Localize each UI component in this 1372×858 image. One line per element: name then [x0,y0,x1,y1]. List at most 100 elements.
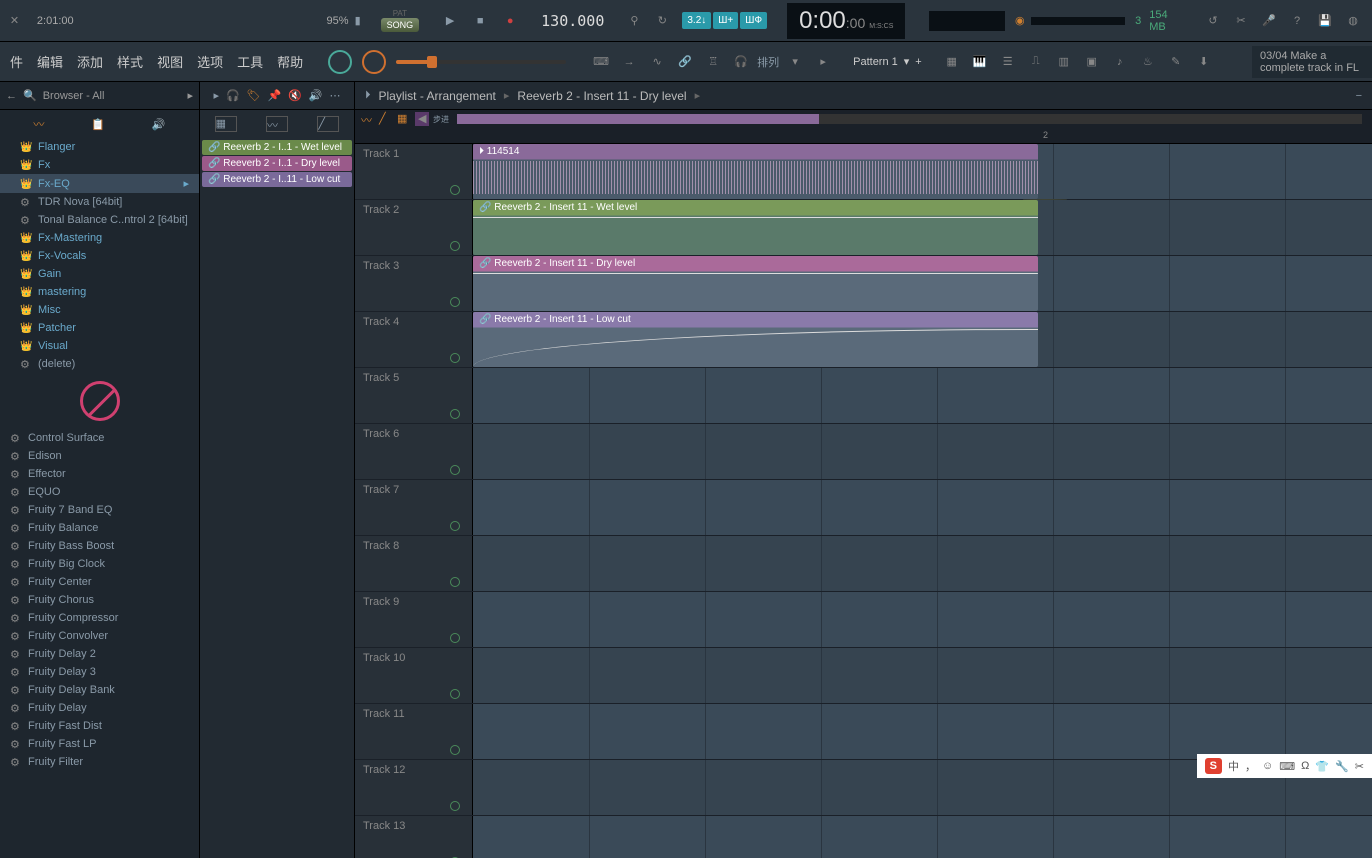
snap-2[interactable]: Ш+ [713,12,738,29]
track-lane[interactable] [473,368,1372,423]
piano-icon[interactable]: ⌨ [589,50,613,74]
metronome-icon[interactable]: ⚲ [622,9,646,33]
track-mute-led[interactable] [450,297,460,307]
picker-tab-1[interactable]: ▦ [215,116,237,132]
help-icon[interactable]: ? [1286,10,1308,32]
channel-rack-icon[interactable]: ☰ [996,50,1020,74]
browser-item[interactable]: Fruity Delay Bank [0,681,199,699]
menu-6[interactable]: 工具 [231,48,269,75]
picker-play-icon[interactable]: ▸ [213,89,219,102]
snap-3[interactable]: ШФ [740,12,767,29]
dropdown-icon[interactable]: ▾ [783,50,807,74]
browser-item[interactable]: Fruity Balance [0,519,199,537]
next-icon[interactable]: ▸ [811,50,835,74]
clip[interactable]: 🔗 Reeverb 2 - Insert 11 - Low cut [473,312,1038,367]
browser-item[interactable]: Fruity Bass Boost [0,537,199,555]
track-lane[interactable]: 🔗 Reeverb 2 - Insert 11 - Wet level [473,200,1372,255]
browser-item[interactable]: Fruity 7 Band EQ [0,501,199,519]
menu-0[interactable]: 件 [4,48,29,75]
play-button[interactable]: ▶ [439,10,461,32]
pattern-add-icon[interactable]: + [915,56,921,68]
track-lane[interactable] [473,592,1372,647]
tempo-display[interactable]: 130.000 [531,12,614,30]
ime-skin-icon[interactable]: 👕 [1315,760,1329,773]
track-header[interactable]: Track 13 [355,816,473,858]
ime-kbd-icon[interactable]: ⌨ [1279,760,1295,773]
browser-item[interactable]: Fruity Delay 2 [0,645,199,663]
track-mute-led[interactable] [450,185,460,195]
browser-list[interactable]: FlangerFxFx-EQ▸TDR Nova [64bit]Tonal Bal… [0,138,199,771]
pl-play-icon[interactable]: ⏵ [365,89,371,102]
track-mute-led[interactable] [450,745,460,755]
browser-item[interactable]: Fx-EQ▸ [0,174,199,193]
track-header[interactable]: Track 5 [355,368,473,423]
ime-toolbar[interactable]: S 中 ， ☺ ⌨ Ω 👕 🔧 ✂ [1197,754,1372,778]
menu-4[interactable]: 视图 [151,48,189,75]
mixer-icon[interactable]: ⎍ [1024,50,1048,74]
back-icon[interactable]: ← [6,90,17,102]
track-mute-led[interactable] [450,521,460,531]
tool-automation-icon[interactable]: ╱ [379,112,393,126]
tool-back-icon[interactable]: ◀ [415,112,429,126]
browser-item[interactable]: Tonal Balance C..ntrol 2 [64bit] [0,211,199,229]
browser-item[interactable]: Control Surface [0,429,199,447]
piano-roll-icon[interactable]: 🎹 [968,50,992,74]
track-lane[interactable]: 🔗 Reeverb 2 - Insert 11 - Low cut [473,312,1372,367]
headphone-icon[interactable]: 🎧 [729,50,753,74]
master-slider[interactable] [396,60,566,64]
tower-icon[interactable]: ♖ [701,50,725,74]
ime-punct-icon[interactable]: ， [1245,758,1256,774]
browser-item[interactable]: Visual [0,337,199,355]
browser-item[interactable]: Fruity Convolver [0,627,199,645]
track-lane[interactable]: 🔗 Reeverb 2 - Insert 11 - Dry level [473,256,1372,311]
picker-tab-2[interactable]: 〰 [266,116,288,132]
picker-pin-icon[interactable]: 📌 [268,89,282,102]
ime-omega-icon[interactable]: Ω [1301,760,1309,772]
track-mute-led[interactable] [450,353,460,363]
minimap[interactable] [457,114,1362,124]
menu-2[interactable]: 添加 [71,48,109,75]
arrow-icon[interactable]: → [617,50,641,74]
track-mute-led[interactable] [450,801,460,811]
cut-icon[interactable]: ✂ [1230,10,1252,32]
folder-tab-icon[interactable]: 📋 [91,118,105,131]
save-icon[interactable]: 💾 [1314,10,1336,32]
track-lane[interactable] [473,424,1372,479]
track-header[interactable]: Track 6 [355,424,473,479]
track-mute-led[interactable] [450,241,460,251]
track-lane[interactable] [473,536,1372,591]
browser-item[interactable]: Misc [0,301,199,319]
mic-icon[interactable]: 🎤 [1258,10,1280,32]
track-header[interactable]: Track 11 [355,704,473,759]
browser-item[interactable]: Fruity Chorus [0,591,199,609]
breadcrumb-1[interactable]: Playlist - Arrangement [379,89,496,103]
browser-item[interactable]: Fruity Delay [0,699,199,717]
browser-item[interactable]: Fx [0,156,199,174]
browser-item[interactable]: Fx-Vocals [0,247,199,265]
stop-button[interactable]: ■ [469,10,491,32]
link-icon[interactable]: 🔗 [673,50,697,74]
menu-1[interactable]: 编辑 [31,48,69,75]
browser-item[interactable]: Fruity Fast LP [0,735,199,753]
ime-screenshot-icon[interactable]: ✂ [1355,760,1364,773]
menu-5[interactable]: 选项 [191,48,229,75]
plugin-icon[interactable]: ▣ [1080,50,1104,74]
browser-item[interactable]: Flanger [0,138,199,156]
clip-item[interactable]: 🔗 Reeverb 2 - I..11 - Low cut [202,172,352,187]
track-header[interactable]: Track 10 [355,648,473,703]
browser-item[interactable]: (delete) [0,355,199,373]
flame-icon[interactable]: ♨ [1136,50,1160,74]
browser-item[interactable]: Fruity Fast Dist [0,717,199,735]
clip[interactable]: 🔗 Reeverb 2 - Insert 11 - Dry level [473,256,1038,311]
tool-pattern-icon[interactable]: ▦ [397,112,411,126]
tempo-tap-icon[interactable]: ♪ [1108,50,1132,74]
speaker-tab-icon[interactable]: 🔊 [152,118,166,131]
render-icon[interactable]: ◍ [1342,10,1364,32]
clip[interactable]: ⏵ 114514 [473,144,1038,199]
track-lane[interactable]: ⏵ 114514 [473,144,1372,199]
clip-item[interactable]: 🔗 Reeverb 2 - I..1 - Wet level [202,140,352,155]
wave-icon[interactable]: ∿ [645,50,669,74]
browser-item[interactable]: Gain [0,265,199,283]
browser-menu-icon[interactable]: ▸ [187,89,193,102]
track-mute-led[interactable] [450,689,460,699]
